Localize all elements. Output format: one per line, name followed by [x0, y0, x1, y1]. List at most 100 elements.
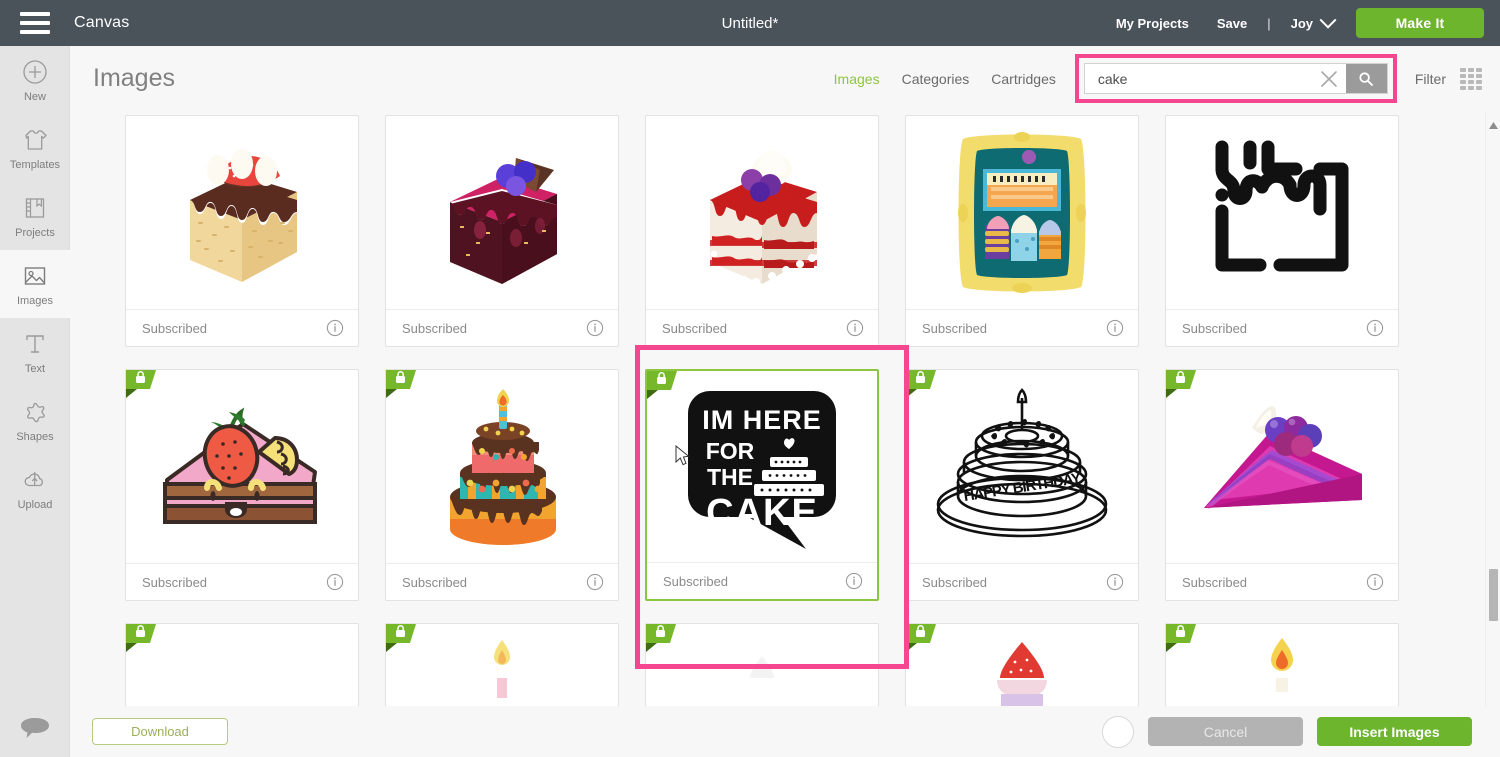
cupcake-display-frame-art	[906, 116, 1138, 309]
card-status-label: Subscribed	[142, 320, 208, 336]
cloud-upload-icon	[21, 466, 49, 494]
image-icon	[21, 262, 49, 290]
vanilla-chocolate-cake-slice-art	[126, 116, 358, 309]
image-card[interactable]: Subscribed	[125, 369, 359, 601]
chevron-down-icon	[1319, 11, 1337, 29]
tab-categories[interactable]: Categories	[891, 71, 981, 87]
card-footer: Subscribed	[126, 563, 358, 600]
image-card[interactable]	[645, 623, 879, 706]
card-status-label: Subscribed	[402, 574, 468, 590]
sidebar-item-new[interactable]: New	[0, 46, 70, 114]
sidebar-item-projects[interactable]: Projects	[0, 182, 70, 250]
info-icon[interactable]	[326, 319, 344, 337]
account-menu[interactable]: Joy	[1277, 11, 1346, 31]
image-card[interactable]	[905, 623, 1139, 706]
bubble-text-line2: FOR	[706, 438, 755, 464]
image-card[interactable]	[125, 623, 359, 706]
results-area: Subscribed Subscribed Subscribed Subscri…	[70, 111, 1500, 706]
info-icon[interactable]	[1106, 573, 1124, 591]
image-card[interactable]: Subscribed	[905, 115, 1139, 347]
im-here-for-the-cake-bubble-art: IM HERE FOR THE CAKE	[647, 371, 877, 562]
card-footer: Subscribed	[646, 309, 878, 346]
plus-circle-icon	[22, 58, 48, 86]
sub-header: Images Images Categories Cartridges Filt…	[70, 46, 1500, 111]
info-icon[interactable]	[1106, 319, 1124, 337]
left-rail: New Templates Projects Images Text Shape…	[0, 46, 70, 757]
card-status-label: Subscribed	[662, 320, 728, 336]
search-box	[1083, 63, 1388, 94]
info-icon[interactable]	[586, 319, 604, 337]
kawaii-strawberry-cake-slice-art	[126, 370, 358, 563]
image-card[interactable]: Subscribed	[385, 369, 619, 601]
happy-birthday-line-cake-art: HAPPY BIRTHDAY	[906, 370, 1138, 563]
image-card[interactable]	[1165, 623, 1399, 706]
hamburger-menu-icon[interactable]	[20, 12, 50, 34]
red-velvet-cake-slice-art	[646, 116, 878, 309]
three-tier-birthday-cake-art	[386, 370, 618, 563]
bubble-text-line3: THE	[707, 464, 753, 490]
info-icon[interactable]	[1366, 319, 1384, 337]
filter-button[interactable]: Filter	[1397, 71, 1460, 87]
results-scrollbar[interactable]	[1485, 111, 1500, 706]
sidebar-item-text[interactable]: Text	[0, 318, 70, 386]
card-status-label: Subscribed	[142, 574, 208, 590]
image-card[interactable]: Subscribed	[125, 115, 359, 347]
scrollbar-thumb[interactable]	[1489, 569, 1498, 621]
grid-view-icon[interactable]	[1460, 67, 1482, 90]
card-status-label: Subscribed	[1182, 574, 1248, 590]
tab-cartridges[interactable]: Cartridges	[980, 71, 1067, 87]
sidebar-label-upload: Upload	[17, 498, 53, 511]
search-input[interactable]	[1084, 64, 1312, 93]
card-status-label: Subscribed	[1182, 320, 1248, 336]
sidebar-item-templates[interactable]: Templates	[0, 114, 70, 182]
image-card-selected[interactable]: IM HERE FOR THE CAKE Subscribed	[645, 369, 879, 601]
tshirt-icon	[21, 126, 49, 154]
sidebar-item-shapes[interactable]: Shapes	[0, 386, 70, 454]
partial-strawberry-cupcake-art	[906, 624, 1138, 706]
image-card[interactable]: Subscribed	[1165, 115, 1399, 347]
page-title: Images	[93, 64, 175, 92]
text-t-icon	[22, 330, 48, 358]
chat-bubble-icon[interactable]	[18, 715, 52, 741]
book-icon	[22, 194, 48, 222]
image-card[interactable]	[385, 623, 619, 706]
search-highlight-box	[1074, 54, 1397, 103]
info-icon[interactable]	[326, 573, 344, 591]
top-bar-separator: |	[1267, 15, 1271, 31]
partial-blank-art	[126, 624, 358, 706]
make-it-button[interactable]: Make It	[1356, 8, 1484, 38]
selected-count-badge	[1102, 715, 1134, 748]
card-footer: Subscribed	[906, 309, 1138, 346]
insert-images-button[interactable]: Insert Images	[1317, 717, 1472, 746]
card-footer: Subscribed	[386, 563, 618, 600]
bottom-bar-actions: Cancel Insert Images	[1102, 715, 1500, 748]
image-card[interactable]: HAPPY BIRTHDAY Subscribed	[905, 369, 1139, 601]
dark-chocolate-berry-cake-slice-art	[386, 116, 618, 309]
image-card[interactable]: Subscribed	[645, 115, 879, 347]
info-icon[interactable]	[845, 572, 863, 590]
save-link[interactable]: Save	[1203, 16, 1261, 31]
sidebar-label-new: New	[23, 90, 46, 103]
bottom-bar: Download Cancel Insert Images	[70, 706, 1500, 757]
top-bar-actions: My Projects Save | Joy Make It	[1102, 8, 1500, 38]
bubble-text-line4: CAKE	[706, 492, 818, 534]
sidebar-item-upload[interactable]: Upload	[0, 454, 70, 522]
canvas-label: Canvas	[74, 14, 130, 31]
my-projects-link[interactable]: My Projects	[1102, 16, 1203, 31]
download-button[interactable]: Download	[92, 718, 228, 745]
caret-up-icon[interactable]	[1489, 116, 1498, 134]
image-results-grid: Subscribed Subscribed Subscribed Subscri…	[70, 111, 1490, 706]
image-card[interactable]: Subscribed	[1165, 369, 1399, 601]
cancel-button[interactable]: Cancel	[1148, 717, 1303, 746]
search-submit-button[interactable]	[1345, 64, 1387, 93]
info-icon[interactable]	[1366, 573, 1384, 591]
card-status-label: Subscribed	[922, 320, 988, 336]
close-x-icon[interactable]	[1312, 64, 1346, 93]
sidebar-item-images[interactable]: Images	[0, 250, 70, 318]
shapes-icon	[22, 398, 49, 426]
info-icon[interactable]	[846, 319, 864, 337]
card-footer: Subscribed	[1166, 309, 1398, 346]
tab-images[interactable]: Images	[823, 71, 891, 87]
image-card[interactable]: Subscribed	[385, 115, 619, 347]
info-icon[interactable]	[586, 573, 604, 591]
